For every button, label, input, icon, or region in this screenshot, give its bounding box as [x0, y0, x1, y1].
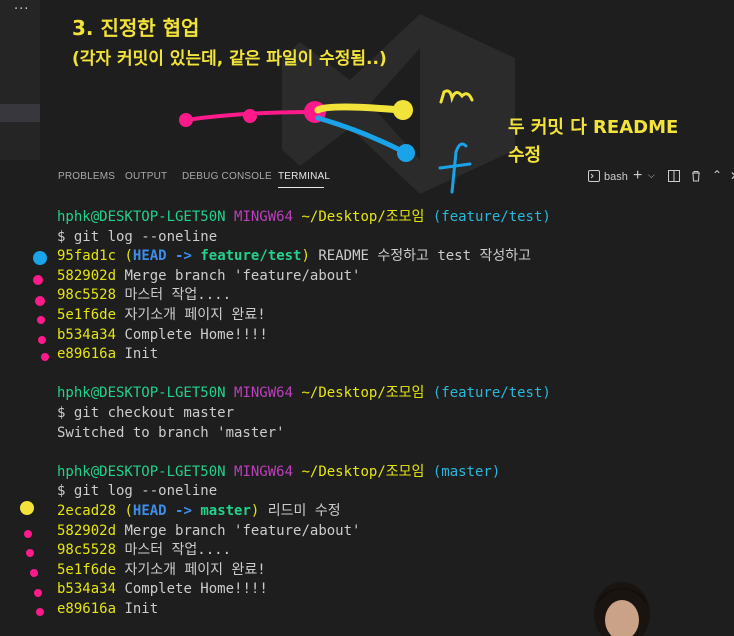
commit-hash: 5e1f6de [57, 306, 117, 323]
log-line: 582902d Merge branch 'feature/about' [57, 522, 717, 542]
tab-problems[interactable]: PROBLEMS [58, 171, 115, 182]
log-line: 98c5528 마스터 작업.... [57, 286, 717, 306]
commit-message: Init [124, 600, 159, 617]
log-line: 5e1f6de 자기소개 페이지 완료! [57, 306, 717, 326]
prompt-branch: (feature/test) [432, 209, 551, 225]
prompt-line: hphk@DESKTOP-LGET50N MINGW64 ~/Desktop/조… [57, 208, 717, 228]
annotation-subtitle: (각자 커밋이 있는데, 같은 파일이 수정됨..) [72, 49, 387, 69]
commit-hash: 582902d [57, 522, 117, 539]
prompt-line: hphk@DESKTOP-LGET50N MINGW64 ~/Desktop/조… [57, 384, 717, 404]
margin-dot [38, 336, 46, 344]
margin-dot [30, 569, 38, 577]
prompt-user: hphk@DESKTOP-LGET50N [57, 463, 226, 480]
margin-dot [37, 316, 45, 324]
log-line: 582902d Merge branch 'feature/about' [57, 267, 717, 287]
branch-ref: feature/test [200, 248, 302, 265]
branch-ref: master [200, 502, 251, 519]
commit-message: Complete Home!!!! [124, 581, 268, 598]
command-line: $ git checkout master [57, 404, 235, 421]
plus-icon[interactable]: + [633, 167, 642, 185]
commit-hash: e89616a [57, 600, 117, 617]
log-line: b534a34 Complete Home!!!! [57, 326, 717, 346]
commit-dot-1 [179, 113, 193, 127]
prompt-user: hphk@DESKTOP-LGET50N [57, 209, 226, 225]
commit-message: Init [124, 346, 159, 363]
ref-paren: ( [124, 248, 133, 265]
prompt-user: hphk@DESKTOP-LGET50N [57, 385, 226, 402]
close-icon[interactable]: ✕ [730, 169, 734, 183]
side-note-line-1: 두 커밋 다 README [508, 117, 679, 138]
panel-tab-bar: PROBLEMS OUTPUT DEBUG CONSOLE TERMINAL [40, 160, 734, 194]
command-line: $ git log --oneline [57, 483, 218, 500]
margin-dot [35, 296, 45, 306]
tab-debug-console[interactable]: DEBUG CONSOLE [182, 171, 272, 182]
ref-paren: ) [301, 248, 310, 265]
commit-hash: 98c5528 [57, 542, 117, 559]
commit-message: Merge branch 'feature/about' [124, 522, 361, 539]
master-commit-dot [393, 100, 413, 120]
terminal-icon[interactable] [588, 170, 600, 185]
commit-hash: 98c5528 [57, 287, 117, 304]
prompt-path: ~/Desktop/조모임 [301, 385, 425, 402]
margin-dot [36, 608, 44, 616]
log-line: e89616a Init [57, 345, 717, 365]
commit-message: 리드미 수정 [267, 502, 341, 519]
commit-message: 마스터 작업.... [124, 542, 231, 559]
commit-message: 자기소개 페이지 완료! [124, 561, 266, 578]
prompt-env: MINGW64 [234, 463, 294, 480]
margin-dot [26, 549, 34, 557]
terminal-output[interactable]: hphk@DESKTOP-LGET50N MINGW64 ~/Desktop/조… [57, 208, 717, 619]
command-line: $ git log --oneline [57, 228, 218, 245]
prompt-branch: (master) [432, 463, 501, 480]
commit-hash: 95fad1c [57, 248, 117, 265]
prompt-branch: (feature/test) [432, 385, 551, 402]
margin-dot [33, 275, 43, 285]
chevron-down-icon[interactable]: ⌵ [648, 170, 655, 181]
margin-dot [41, 353, 49, 361]
commit-hash: 582902d [57, 267, 117, 284]
commit-message: 마스터 작업.... [124, 287, 231, 304]
commit-hash: e89616a [57, 346, 117, 363]
prompt-path: ~/Desktop/조모임 [301, 463, 425, 480]
margin-dot-yellow [20, 501, 34, 515]
margin-dot [24, 530, 32, 538]
output-line: Switched to branch 'master' [57, 424, 285, 441]
head-ref: HEAD -> [132, 502, 192, 519]
prompt-env: MINGW64 [234, 209, 294, 225]
margin-dot-blue [33, 251, 47, 265]
prompt-path: ~/Desktop/조모임 [301, 209, 425, 225]
master-branch-line [314, 103, 404, 114]
commit-message: Complete Home!!!! [124, 326, 268, 343]
head-ref: HEAD -> [132, 248, 192, 265]
commit-hash: b534a34 [57, 581, 117, 598]
trash-icon[interactable] [690, 170, 702, 185]
split-icon[interactable] [668, 170, 680, 185]
commit-message: Merge branch 'feature/about' [124, 267, 361, 284]
active-tab-indicator [278, 187, 324, 188]
log-line: 98c5528 마스터 작업.... [57, 541, 717, 561]
log-line: 95fad1c (HEAD -> feature/test) README 수정… [57, 247, 717, 267]
margin-dot [34, 589, 42, 597]
commit-hash: 5e1f6de [57, 561, 117, 578]
annotation-title: 3. 진정한 협업 [72, 16, 200, 40]
prompt-line: hphk@DESKTOP-LGET50N MINGW64 ~/Desktop/조… [57, 463, 717, 483]
ref-paren: ) [250, 502, 260, 519]
tab-output[interactable]: OUTPUT [125, 171, 167, 182]
ref-paren: ( [124, 502, 133, 519]
commit-dot-2 [243, 109, 257, 123]
commit-message: 자기소개 페이지 완료! [124, 306, 266, 323]
maximize-icon[interactable]: ⌃ [712, 168, 722, 182]
commit-hash: 2ecad28 [57, 502, 117, 519]
prompt-env: MINGW64 [234, 385, 294, 402]
tab-terminal[interactable]: TERMINAL [278, 171, 330, 182]
log-line: 2ecad28 (HEAD -> master) 리드미 수정 [57, 502, 717, 522]
shell-name[interactable]: bash [604, 171, 628, 183]
commit-message: README 수정하고 test 작성하고 [318, 248, 531, 265]
commit-hash: b534a34 [57, 326, 117, 343]
